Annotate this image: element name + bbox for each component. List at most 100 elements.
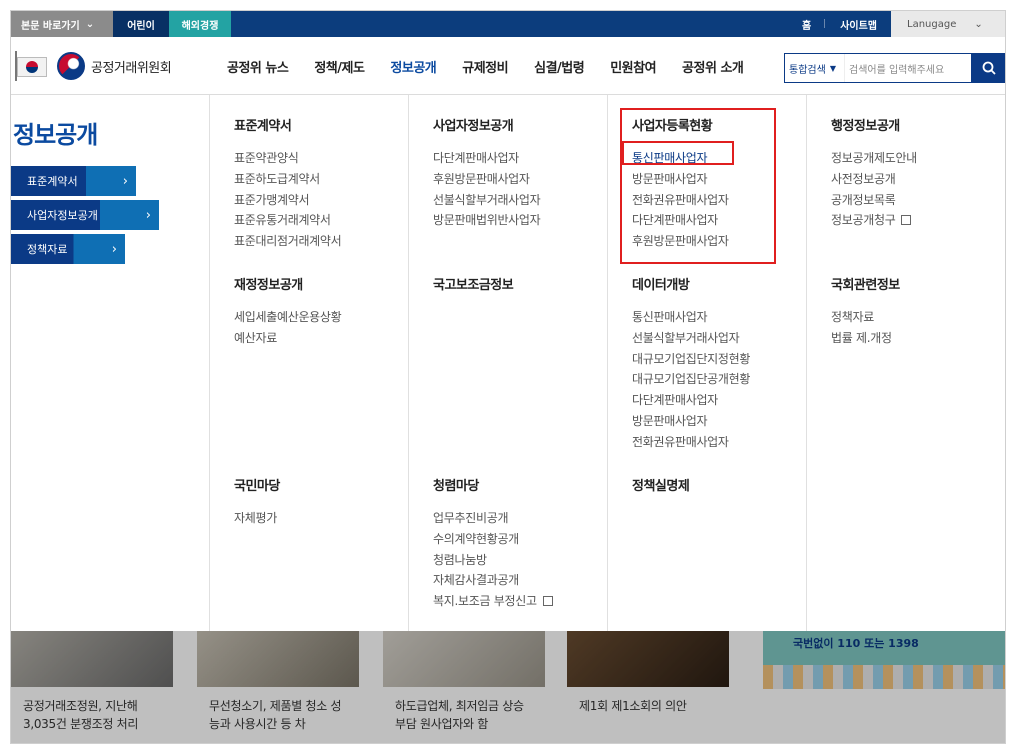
menu-column-1: 표준계약서표준약관양식표준하도급계약서표준가맹계약서표준유통거래계약서 표준대리점…: [210, 95, 409, 631]
menu-group-title[interactable]: 재정정보공개: [234, 274, 341, 293]
menu-item-label: 다단계판매사업자: [433, 151, 519, 165]
search-button[interactable]: [972, 53, 1005, 83]
menu-item[interactable]: 선불식할부거래사업자: [433, 190, 541, 211]
menu-item[interactable]: 업무추진비공개: [433, 508, 553, 529]
menu-item[interactable]: 표준가맹계약서: [234, 190, 341, 211]
chevron-down-icon: ⌄: [974, 18, 983, 30]
menu-item[interactable]: 자체평가: [234, 508, 280, 529]
skip-label: 본문 바로가기: [21, 20, 80, 32]
menu-item[interactable]: 전화권유판매사업자: [632, 432, 750, 453]
government-emblem-icon: [57, 52, 85, 80]
external-link-icon: [542, 596, 553, 607]
menu-item-label: 세입세출예산운용상황: [234, 310, 342, 324]
menu-item[interactable]: 사전정보공개: [831, 169, 917, 190]
menu-item-label: 자체감사결과공개: [433, 573, 519, 588]
menu-item[interactable]: 복지.보조금 부정신고: [433, 591, 553, 612]
menu-item-label: 정보공개청구: [831, 213, 896, 228]
menu-item[interactable]: 자체감사결과공개: [433, 570, 553, 591]
menu-item-label: 복지.보조금 부정신고: [433, 594, 537, 609]
menu-group-title[interactable]: 표준계약서: [234, 115, 341, 134]
side-button-policy-data[interactable]: 정책자료 ›: [11, 234, 125, 264]
browser-frame: 본문 바로가기 ⌄ 어린이 해외경쟁 홈 | 사이트맵 Lanugage ⌄ 공…: [10, 10, 1006, 744]
menu-item[interactable]: 대규모기업집단지정현황: [632, 349, 750, 370]
menu-item[interactable]: 대규모기업집단공개현황: [632, 369, 750, 390]
logo-text: 공정거래위원회: [91, 60, 172, 76]
search-placeholder: 검색어를 입력해주세요: [849, 64, 945, 76]
menu-group-title[interactable]: 데이터개방: [632, 274, 750, 293]
menu-item[interactable]: 후원방문판매사업자: [433, 169, 540, 190]
site-logo[interactable]: 공정거래위원회: [15, 51, 172, 81]
search-input[interactable]: 검색어를 입력해주세요: [845, 61, 971, 76]
menu-item[interactable]: 법률 제.개정: [831, 328, 900, 349]
nav-item[interactable]: 민원참여: [610, 57, 656, 76]
menu-item[interactable]: 공개정보목록: [831, 190, 917, 211]
side-button-standard-contracts[interactable]: 표준계약서 ›: [11, 166, 136, 196]
utility-bar: 본문 바로가기 ⌄ 어린이 해외경쟁 홈 | 사이트맵 Lanugage ⌄: [11, 11, 1005, 37]
menu-group-title[interactable]: 국민마당: [234, 475, 280, 494]
menu-item-label: 공개정보목록: [831, 192, 896, 207]
menu-group: 국고보조금정보: [433, 274, 514, 307]
sitemap-link[interactable]: 사이트맵: [826, 17, 891, 32]
menu-group-title[interactable]: 청렴마당: [433, 475, 553, 494]
side-button-business-info[interactable]: 사업자정보공개 ›: [11, 200, 159, 230]
menu-group: 정책실명제: [632, 475, 690, 508]
menu-item[interactable]: 방문판매사업자: [632, 411, 750, 432]
international-competition-link[interactable]: 해외경쟁: [169, 11, 231, 37]
menu-group-title[interactable]: 국고보조금정보: [433, 274, 514, 293]
menu-item[interactable]: 정보공개청구: [831, 210, 917, 231]
external-link-icon: [901, 215, 912, 226]
chevron-right-icon: ›: [111, 241, 117, 257]
menu-item[interactable]: 세입세출예산운용상황: [234, 307, 342, 328]
menu-item[interactable]: 정책자료: [831, 307, 900, 328]
menu-item[interactable]: 다단계판매사업자: [433, 148, 540, 169]
menu-group-title[interactable]: 행정정보공개: [831, 115, 917, 134]
menu-item-label: 표준가맹계약서: [234, 192, 310, 207]
menu-item-label: 다단계판매사업자: [632, 393, 718, 408]
side-button-label: 정책자료: [27, 243, 68, 256]
menu-item[interactable]: 정보공개제도안내: [831, 148, 917, 169]
menu-item[interactable]: 선불식할부거래사업자: [632, 328, 750, 349]
language-select[interactable]: Lanugage ⌄: [891, 11, 1005, 37]
search-box: 통합검색 ▼ 검색어를 입력해주세요: [784, 53, 972, 83]
menu-group-title[interactable]: 정책실명제: [632, 475, 690, 494]
menu-item[interactable]: 표준하도급계약서: [234, 169, 341, 190]
menu-group: 표준계약서표준약관양식표준하도급계약서표준가맹계약서표준유통거래계약서 표준대리점…: [234, 115, 342, 252]
menu-group-title[interactable]: 국회관련정보: [831, 274, 900, 293]
nav-item[interactable]: 공정위 소개: [682, 57, 744, 76]
dim-overlay: [11, 627, 1005, 743]
menu-item-label: 법률 제.개정: [831, 330, 892, 345]
menu-item[interactable]: 통신판매사업자: [632, 307, 750, 328]
menu-item-label: 선불식할부거래사업자: [632, 330, 740, 345]
search-scope-select[interactable]: 통합검색 ▼: [785, 54, 845, 82]
menu-column-4: 행정정보공개정보공개제도안내 사전정보공개공개정보목록정보공개청구국회관련정보정책…: [807, 95, 1005, 631]
chevron-right-icon: ›: [145, 207, 151, 223]
menu-item-label: 표준약관양식: [234, 151, 299, 165]
menu-group: 국회관련정보정책자료법률 제.개정: [831, 274, 900, 349]
menu-group: 사업자정보공개다단계판매사업자후원방문판매사업자 선불식할부거래사업자 방문판매법위…: [433, 115, 541, 231]
korean-flag-icon: [15, 51, 51, 81]
nav-item[interactable]: 심결/법령: [534, 57, 585, 76]
chevron-right-icon: ›: [122, 173, 128, 189]
menu-item[interactable]: 다단계판매사업자: [632, 390, 750, 411]
mega-menu-side: 정보공개 표준계약서 › 사업자정보공개 › 정책자료 ›: [11, 95, 210, 631]
menu-item[interactable]: 표준대리점거래계약서: [234, 231, 342, 252]
menu-item[interactable]: 방문판매법위반사업자: [433, 210, 541, 231]
home-link[interactable]: 홈: [790, 17, 823, 32]
menu-item[interactable]: 청렴나눔방: [433, 550, 553, 571]
language-label: Lanugage: [907, 18, 957, 30]
nav-item[interactable]: 공정위 뉴스: [227, 57, 289, 76]
skip-to-content-button[interactable]: 본문 바로가기 ⌄: [11, 11, 113, 37]
menu-item-label: 업무추진비공개: [433, 511, 509, 525]
main-nav: 공정위 뉴스 정책/제도 정보공개 규제정비 심결/법령 민원참여 공정위 소개: [227, 37, 744, 95]
nav-item[interactable]: 정보공개: [390, 57, 436, 76]
menu-group-title[interactable]: 사업자정보공개: [433, 115, 540, 134]
nav-item[interactable]: 규제정비: [462, 57, 508, 76]
nav-item[interactable]: 정책/제도: [314, 57, 365, 76]
menu-item[interactable]: 예산자료: [234, 328, 341, 349]
menu-item[interactable]: 표준유통거래계약서: [234, 210, 341, 231]
kids-link[interactable]: 어린이: [113, 11, 169, 37]
menu-item-label: 전화권유판매사업자: [632, 434, 729, 449]
menu-item[interactable]: 표준약관양식: [234, 148, 341, 169]
menu-item[interactable]: 수의계약현황공개: [433, 529, 553, 550]
section-title: 정보공개: [13, 121, 98, 149]
